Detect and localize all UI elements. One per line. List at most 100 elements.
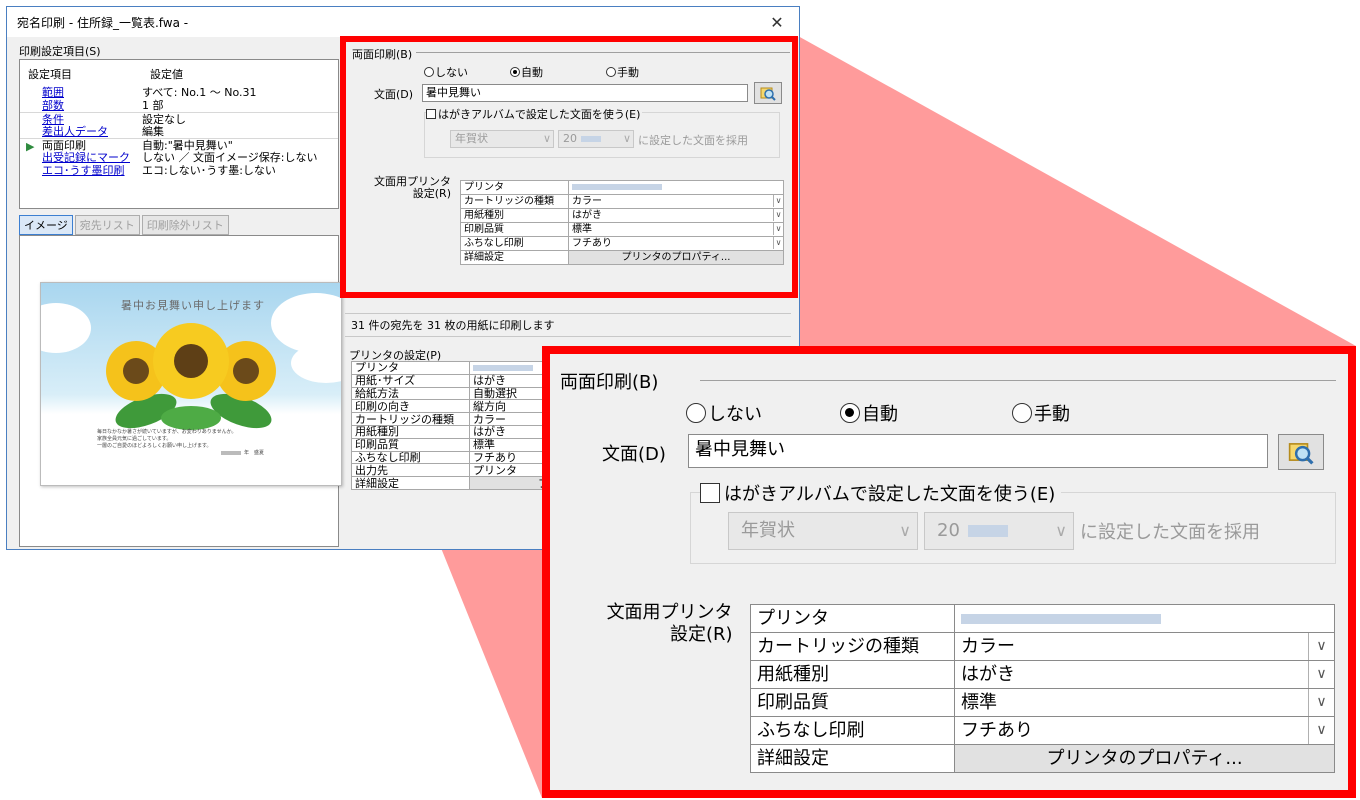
chevron-down-icon[interactable]: ∨ [773, 209, 783, 221]
card-type-select: 年賀状 ∨ [450, 130, 554, 148]
settings-header: 設定項目 設定値 [20, 60, 338, 86]
duplex-title: 両面印刷(B) [560, 372, 659, 393]
text-face-label: 文面(D) [374, 88, 414, 101]
close-icon[interactable]: ✕ [755, 7, 799, 37]
postcard-preview: 暑中お見舞い申し上げます 毎日なかなか暑さが続いていますが、お変わりありませんか… [40, 282, 342, 486]
radio-selected-icon [840, 403, 860, 423]
search-button[interactable] [754, 82, 782, 104]
condition-value: 設定なし [142, 113, 186, 126]
radio-icon [1012, 403, 1032, 423]
radio-none[interactable]: しない [424, 64, 468, 80]
table-row[interactable]: 用紙種別 はがき ∨ [750, 660, 1335, 689]
duplex-printer-grid: プリンタ カートリッジの種類 カラー ∨ 用紙種別 はがき ∨ 印刷品質 標準 ∨ ふちなし… [460, 180, 784, 265]
text-face-field[interactable]: 暑中見舞い [422, 84, 748, 102]
chevron-down-icon[interactable]: ∨ [1308, 717, 1334, 744]
table-row: プリンタ [460, 180, 784, 195]
sender-link[interactable]: 差出人データ [42, 125, 108, 138]
chevron-down-icon[interactable]: ∨ [1308, 689, 1334, 716]
title-bar: 宛名印刷 - 住所録_一覧表.fwa - ✕ [7, 7, 799, 37]
preview-message-line: 家族全員元気に過ごしています。 [97, 436, 172, 442]
chevron-down-icon[interactable]: ∨ [773, 195, 783, 207]
settings-row-record-mark[interactable]: 出受記録にマーク しない ／ 文面イメージ保存:しない [20, 151, 338, 164]
chevron-down-icon: ∨ [1055, 521, 1067, 540]
sunflower-center [153, 323, 229, 399]
tab-exclusion-list[interactable]: 印刷除外リスト [141, 215, 229, 235]
printer-setting-label: 文面用プリンタ 設定(R) [606, 602, 733, 646]
radio-manual[interactable]: 手動 [1012, 400, 1070, 426]
printer-properties-button[interactable]: プリンタのプロパティ... [954, 744, 1335, 773]
table-row[interactable]: ふちなし印刷 フチあり ∨ [750, 716, 1335, 745]
col-value-header: 設定値 [150, 68, 183, 81]
printer-setting-label-1: 文面用プリンタ [606, 602, 733, 623]
adopt-text: に設定した文面を採用 [638, 134, 748, 147]
table-row[interactable]: 印刷品質 標準 ∨ [460, 222, 784, 237]
magnifier-icon [1288, 443, 1314, 465]
preview-pane: 暑中お見舞い申し上げます 毎日なかなか暑さが続いていますが、お変わりありませんか… [19, 235, 342, 547]
settings-row-range[interactable]: 範囲 すべて: No.1 〜 No.31 [20, 86, 338, 99]
settings-list: 設定項目 設定値 範囲 すべて: No.1 〜 No.31 部数 1 部 条件 設定な… [19, 59, 339, 209]
chevron-down-icon[interactable]: ∨ [1308, 633, 1334, 660]
duplex-section-highlight: 両面印刷(B) しない 自動 手動 文面(D) 暑中見舞い はがきアルバムで設定… [340, 36, 798, 298]
table-row[interactable]: ふちなし印刷 フチあり ∨ [460, 236, 784, 251]
duplex-printer-grid: プリンタ カートリッジの種類 カラー ∨ 用紙種別 はがき ∨ 印刷品質 標準 ∨ ふちなし… [750, 604, 1335, 773]
checkbox-icon [426, 109, 436, 119]
redacted-printer-name [473, 365, 533, 372]
sunflower-illustration [106, 323, 276, 430]
preview-tabs: イメージ 宛先リスト 印刷除外リスト [19, 215, 229, 235]
window-title: 宛名印刷 - 住所録_一覧表.fwa - [17, 15, 189, 30]
chevron-down-icon: ∨ [899, 521, 911, 540]
printer-setting-label: 文面用プリンタ 設定(R) [374, 176, 451, 200]
text-face-field[interactable]: 暑中見舞い [688, 434, 1268, 468]
settings-section-label: 印刷設定項目(S) [19, 45, 101, 58]
table-row[interactable]: カートリッジの種類 カラー ∨ [750, 632, 1335, 661]
table-row[interactable]: 印刷品質 標準 ∨ [750, 688, 1335, 717]
chevron-down-icon[interactable]: ∨ [773, 237, 783, 249]
chevron-down-icon[interactable]: ∨ [773, 223, 783, 235]
copies-link[interactable]: 部数 [42, 99, 64, 112]
printer-properties-button[interactable]: プリンタのプロパティ... [568, 250, 784, 265]
tab-image[interactable]: イメージ [19, 215, 73, 235]
radio-icon [606, 67, 616, 77]
album-checkbox[interactable]: はがきアルバムで設定した文面を使う(E) [426, 106, 643, 122]
album-checkbox[interactable]: はがきアルバムで設定した文面を使う(E) [700, 480, 1062, 506]
table-row[interactable]: 詳細設定 プリンタのプロパティ... [460, 250, 784, 265]
preview-message-line: 一層のご自愛のほどよろしくお願い申し上げます。 [97, 443, 212, 449]
search-button[interactable] [1278, 434, 1324, 470]
table-row[interactable]: 用紙種別 はがき ∨ [460, 208, 784, 223]
radio-none[interactable]: しない [686, 400, 762, 426]
range-link[interactable]: 範囲 [42, 86, 64, 99]
eco-value: エコ:しない･うす墨:しない [142, 164, 276, 177]
preview-message: 毎日なかなか暑さが続いていますが、お変わりありませんか。 家族全員元気に過ごして… [97, 429, 297, 450]
settings-row-condition[interactable]: 条件 設定なし [20, 112, 338, 126]
duplex-section-zoom: 両面印刷(B) しない 自動 手動 文面(D) 暑中見舞い はがきアルバムで設定… [542, 346, 1356, 798]
chevron-down-icon: ∨ [542, 132, 551, 145]
card-type-select: 年賀状 ∨ [728, 512, 918, 550]
col-item-header: 設定項目 [28, 68, 72, 81]
year-select: 20 ∨ [558, 130, 634, 148]
record-mark-link[interactable]: 出受記録にマーク [42, 151, 130, 164]
duplex-value: 自動:"暑中見舞い" [142, 139, 233, 152]
eco-link[interactable]: エコ･うす墨印刷 [42, 164, 125, 177]
magnifier-icon [760, 87, 776, 101]
range-value: すべて: No.1 〜 No.31 [142, 86, 257, 99]
table-row[interactable]: カートリッジの種類 カラー ∨ [460, 194, 784, 209]
divider [700, 380, 1336, 381]
print-count-text: 31 件の宛先を 31 枚の用紙に印刷します [345, 313, 791, 337]
redacted-year [581, 136, 601, 142]
text-face-label: 文面(D) [602, 444, 666, 465]
settings-row-duplex[interactable]: ▶ 両面印刷 自動:"暑中見舞い" [20, 138, 338, 153]
settings-row-copies[interactable]: 部数 1 部 [20, 99, 338, 112]
settings-row-sender[interactable]: 差出人データ 編集 [20, 125, 338, 138]
table-row[interactable]: 詳細設定 プリンタのプロパティ... [750, 744, 1335, 773]
radio-auto[interactable]: 自動 [510, 64, 543, 80]
radio-manual[interactable]: 手動 [606, 64, 639, 80]
redacted-printer-name [572, 183, 662, 190]
radio-icon [686, 403, 706, 423]
chevron-down-icon[interactable]: ∨ [1308, 661, 1334, 688]
radio-auto[interactable]: 自動 [840, 400, 898, 426]
preview-message-line: 毎日なかなか暑さが続いていますが、お変わりありませんか。 [97, 429, 237, 435]
table-row: プリンタ [750, 604, 1335, 633]
preview-sender: 年 盛夏 [221, 449, 264, 456]
settings-row-eco[interactable]: エコ･うす墨印刷 エコ:しない･うす墨:しない [20, 164, 338, 177]
tab-address-list[interactable]: 宛先リスト [74, 215, 140, 235]
